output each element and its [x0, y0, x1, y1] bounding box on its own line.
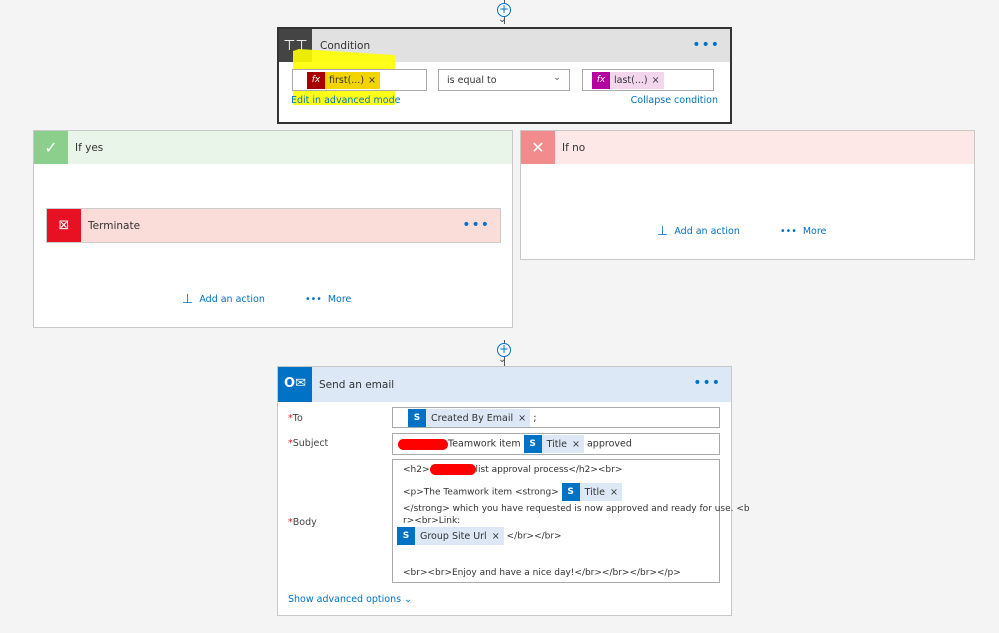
edit-advanced-mode-link[interactable]: Edit in advanced mode [291, 95, 400, 106]
remove-token-icon[interactable]: × [572, 439, 584, 450]
terminate-icon: ⊠ [47, 209, 81, 242]
if-no-branch: ✕ If no ⊥ Add an action ••• More [520, 130, 975, 260]
to-label: *To [288, 413, 303, 424]
body-field[interactable]: <h2> list approval process</h2><br> <p>Th… [392, 459, 750, 583]
more-label: More [802, 226, 827, 237]
body-line: </strong> which you have requested is no… [403, 504, 750, 514]
title-token[interactable]: S Title × [523, 435, 584, 453]
operator-value: is equal to [447, 75, 497, 86]
show-advanced-options-link[interactable]: Show advanced options ⌄ [288, 594, 412, 605]
sharepoint-icon: S [408, 409, 426, 427]
remove-token-icon[interactable]: × [368, 72, 381, 89]
ellipsis-icon: ••• [780, 226, 797, 237]
remove-token-icon[interactable]: × [518, 413, 530, 424]
body-line: S Group Site Url × </br></br> [397, 527, 562, 545]
fx-icon: fx [307, 72, 325, 89]
body-label: *Body [288, 517, 317, 528]
collapse-condition-link[interactable]: Collapse condition [631, 95, 718, 106]
token-label: last(...) [610, 72, 652, 89]
ellipsis-icon[interactable]: ••• [693, 375, 721, 391]
add-action-label: Add an action [199, 294, 265, 305]
last-token[interactable]: fx last(...) × [592, 72, 664, 89]
add-action-button[interactable]: ⊥ Add an action [657, 224, 740, 239]
subject-text-after: approved [586, 438, 632, 450]
terminate-card[interactable]: ⊠ Terminate ••• [46, 208, 501, 243]
chevron-down-icon: ⌄ [553, 72, 561, 83]
body-line: <h2> list approval process</h2><br> [403, 464, 623, 475]
add-action-button[interactable]: ⊥ Add an action [182, 292, 265, 307]
add-action-icon: ⊥ [657, 224, 669, 239]
send-email-title: Send an email [319, 379, 395, 391]
subject-field[interactable]: Teamwork item S Title × approved [392, 433, 720, 455]
subject-text: Teamwork item [448, 438, 521, 450]
if-no-header[interactable]: ✕ If no [521, 131, 974, 164]
operator-select[interactable]: is equal to ⌄ [438, 69, 570, 91]
sharepoint-icon: S [561, 483, 580, 501]
remove-token-icon[interactable]: × [651, 72, 664, 89]
sharepoint-icon: S [397, 527, 415, 545]
if-yes-branch: ✓ If yes ⊠ Terminate ••• ⊥ Add an action… [33, 130, 513, 328]
body-line: r><br>Link: [403, 516, 461, 526]
add-action-icon: ⊥ [182, 292, 194, 307]
checkmark-icon: ✓ [34, 131, 68, 164]
x-icon: ✕ [521, 131, 555, 164]
subject-label: *Subject [288, 438, 329, 449]
left-operand-input[interactable]: fx first(...) × [292, 69, 427, 91]
first-token[interactable]: fx first(...) × [307, 72, 381, 89]
add-action-label: Add an action [674, 226, 740, 237]
right-operand-input[interactable]: fx last(...) × [582, 69, 714, 91]
if-no-title: If no [562, 142, 586, 154]
ellipsis-icon[interactable]: ••• [692, 37, 720, 53]
sharepoint-icon: S [523, 435, 542, 453]
send-email-card: O✉ Send an email ••• *To S Created By Ema… [277, 366, 750, 616]
ellipsis-icon: ••• [305, 294, 322, 305]
more-button[interactable]: ••• More [780, 226, 826, 237]
body-line: <p>The Teamwork item <strong> S Title × [403, 483, 622, 501]
terminate-title: Terminate [88, 220, 141, 232]
arrow-down-icon: ⌄ [498, 354, 507, 365]
outlook-icon: O✉ [278, 367, 312, 402]
fx-icon: fx [592, 72, 610, 89]
chevron-down-icon: ⌄ [404, 594, 413, 605]
to-field[interactable]: S Created By Email × ; [392, 407, 720, 428]
more-label: More [327, 294, 352, 305]
if-yes-header[interactable]: ✓ If yes [34, 131, 512, 164]
more-button[interactable]: ••• More [305, 294, 351, 305]
body-line: <br><br>Enjoy and have a nice day!</br><… [403, 568, 681, 578]
send-email-header[interactable]: O✉ Send an email ••• [278, 367, 731, 402]
redacted-text [398, 438, 448, 450]
arrow-down-icon: ⌄ [498, 14, 507, 25]
ellipsis-icon[interactable]: ••• [462, 217, 490, 233]
remove-token-icon[interactable]: × [492, 531, 504, 542]
to-suffix: ; [533, 413, 537, 424]
condition-card: ⊤⊤ Condition ••• fx first(...) × is equa… [277, 27, 732, 124]
created-by-email-token[interactable]: S Created By Email × [408, 409, 531, 427]
token-label: first(...) [325, 72, 369, 89]
if-yes-title: If yes [75, 142, 104, 154]
remove-token-icon[interactable]: × [610, 487, 622, 498]
